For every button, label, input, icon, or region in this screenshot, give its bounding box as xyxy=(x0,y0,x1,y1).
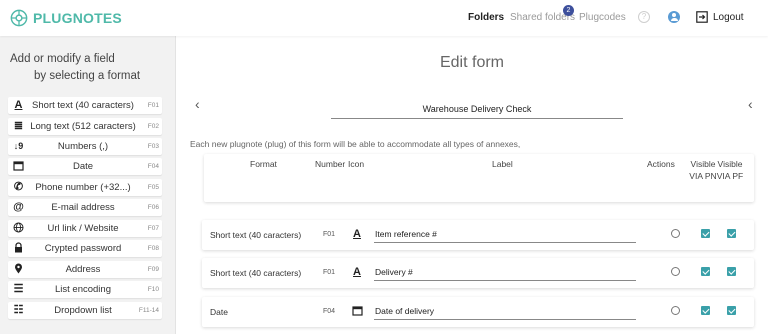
plugnotes-logo-icon xyxy=(10,9,28,27)
visible-pf-checkbox[interactable] xyxy=(727,229,736,238)
logout-icon[interactable] xyxy=(696,11,708,23)
format-item-label: Long text (512 caracters) xyxy=(30,121,136,132)
format-item-code: F04 xyxy=(147,163,159,170)
visible-pn-checkbox[interactable] xyxy=(701,229,710,238)
field-action-radio[interactable] xyxy=(671,267,680,276)
field-format: Date xyxy=(210,307,228,317)
format-item-label: Address xyxy=(65,264,101,275)
format-sidebar: Add or modify a field by selecting a for… xyxy=(0,36,176,334)
column-header-actions: Actions xyxy=(647,159,675,169)
visible-pn-checkbox[interactable] xyxy=(701,306,710,315)
field-action-radio[interactable] xyxy=(671,229,680,238)
account-icon[interactable] xyxy=(668,11,680,23)
shared-folders-count-badge: 2 xyxy=(563,5,574,16)
column-header-visible-pf: Visible VIA PF xyxy=(716,159,744,181)
visible-pf-checkbox[interactable] xyxy=(727,306,736,315)
format-item-code: F07 xyxy=(147,225,159,232)
paragraph-lines-icon: ≣ xyxy=(13,120,24,132)
chevron-left-icon[interactable]: ‹ xyxy=(195,96,200,112)
main-panel: Edit form ‹ Warehouse Delivery Check ‹ E… xyxy=(176,36,768,334)
sidebar-title: Add or modify a field by selecting a for… xyxy=(10,51,140,85)
format-item-long-text[interactable]: ≣ Long text (512 caracters) F02 xyxy=(8,118,162,135)
column-header-format: Format xyxy=(250,159,277,169)
logo[interactable]: PLUGNOTES xyxy=(10,9,122,27)
format-item-label: Date xyxy=(72,161,94,172)
calendar-icon xyxy=(12,160,25,173)
lock-icon xyxy=(12,242,25,255)
text-a-icon: A xyxy=(353,266,361,278)
nav-plugcodes-link[interactable]: Plugcodes xyxy=(579,12,626,23)
page-title: Edit form xyxy=(439,54,504,71)
format-item-label: Phone number (+32...) xyxy=(35,182,131,193)
text-a-icon: A xyxy=(14,99,23,111)
format-item-code: F10 xyxy=(147,286,159,293)
field-label-input[interactable]: Delivery # xyxy=(374,267,636,281)
dropdown-list-icon: ☷ xyxy=(13,304,24,316)
field-format: Short text (40 caracters) xyxy=(210,268,302,278)
globe-icon xyxy=(12,222,25,235)
format-item-code: F01 xyxy=(147,102,159,109)
field-row[interactable]: Short text (40 caracters) F01 A Delivery… xyxy=(202,258,754,288)
field-row[interactable]: Short text (40 caracters) F01 A Item ref… xyxy=(202,220,754,250)
at-sign-icon: @ xyxy=(13,201,24,213)
column-header-visible-pn: Visible VIA PN xyxy=(689,159,717,181)
column-header-label: Label xyxy=(492,159,513,169)
chevron-left-icon[interactable]: ‹ xyxy=(748,96,753,112)
format-item-label: Short text (40 caracters) xyxy=(32,100,134,111)
format-item-label: List encoding xyxy=(55,284,111,295)
field-action-radio[interactable] xyxy=(671,306,680,315)
top-header: PLUGNOTES Folders Shared folders 2 Plugc… xyxy=(0,0,768,36)
fields-table-header: Format Number Icon Label Actions Visible… xyxy=(204,154,754,202)
field-row[interactable]: Date F04 Date of delivery xyxy=(202,297,754,327)
field-code: F01 xyxy=(323,231,336,238)
format-item-code: F09 xyxy=(147,266,159,273)
list-icon: ☰ xyxy=(13,283,24,295)
phone-icon: ✆ xyxy=(13,181,24,193)
visible-pf-checkbox[interactable] xyxy=(727,267,736,276)
logo-text: PLUGNOTES xyxy=(33,10,122,26)
format-item-short-text[interactable]: A Short text (40 caracters) F01 xyxy=(8,97,162,114)
format-item-code: F05 xyxy=(147,184,159,191)
format-item-list[interactable]: ☰ List encoding F10 xyxy=(8,281,162,298)
calendar-icon xyxy=(351,305,363,317)
field-label-input[interactable]: Item reference # xyxy=(374,229,636,243)
format-item-code: F02 xyxy=(147,123,159,130)
column-header-icon: Icon xyxy=(348,159,365,169)
sidebar-title-line2: by selecting a format xyxy=(34,70,141,82)
format-item-label: Numbers (,) xyxy=(57,141,109,152)
format-item-code: F11-14 xyxy=(138,307,159,314)
format-item-code: F03 xyxy=(147,143,159,150)
format-item-label: Crypted password xyxy=(44,243,122,254)
help-icon[interactable]: ? xyxy=(638,11,650,23)
format-item-phone[interactable]: ✆ Phone number (+32...) F05 xyxy=(8,179,162,196)
logout-link[interactable]: Logout xyxy=(713,12,744,23)
format-item-label: Url link / Website xyxy=(47,223,119,234)
sort-numeric-icon: ↓9 xyxy=(13,141,24,151)
field-code: F01 xyxy=(323,269,336,276)
format-item-date[interactable]: Date F04 xyxy=(8,158,162,175)
format-item-label: Dropdown list xyxy=(54,305,112,316)
field-format: Short text (40 caracters) xyxy=(210,230,302,240)
form-name-input[interactable]: Warehouse Delivery Check xyxy=(331,104,623,119)
format-item-dropdown[interactable]: ☷ Dropdown list F11-14 xyxy=(8,302,162,319)
map-pin-icon xyxy=(12,263,25,276)
format-item-email[interactable]: @ E-mail address F06 xyxy=(8,199,162,216)
format-item-code: F06 xyxy=(147,204,159,211)
field-code: F04 xyxy=(323,308,336,315)
field-label-input[interactable]: Date of delivery xyxy=(374,306,636,320)
format-item-url[interactable]: Url link / Website F07 xyxy=(8,220,162,237)
text-a-icon: A xyxy=(353,228,361,240)
annex-info-text: Each new plugnote (plug) of this form wi… xyxy=(190,139,521,149)
format-item-label: E-mail address xyxy=(51,202,115,213)
nav-folders-link[interactable]: Folders xyxy=(468,12,504,23)
format-item-password[interactable]: Crypted password F08 xyxy=(8,240,162,257)
column-header-number: Number xyxy=(315,159,346,169)
format-item-numbers[interactable]: ↓9 Numbers (,) F03 xyxy=(8,138,162,155)
format-item-code: F08 xyxy=(147,245,159,252)
visible-pn-checkbox[interactable] xyxy=(701,267,710,276)
sidebar-title-line1: Add or modify a field xyxy=(10,53,115,65)
format-item-address[interactable]: Address F09 xyxy=(8,261,162,278)
